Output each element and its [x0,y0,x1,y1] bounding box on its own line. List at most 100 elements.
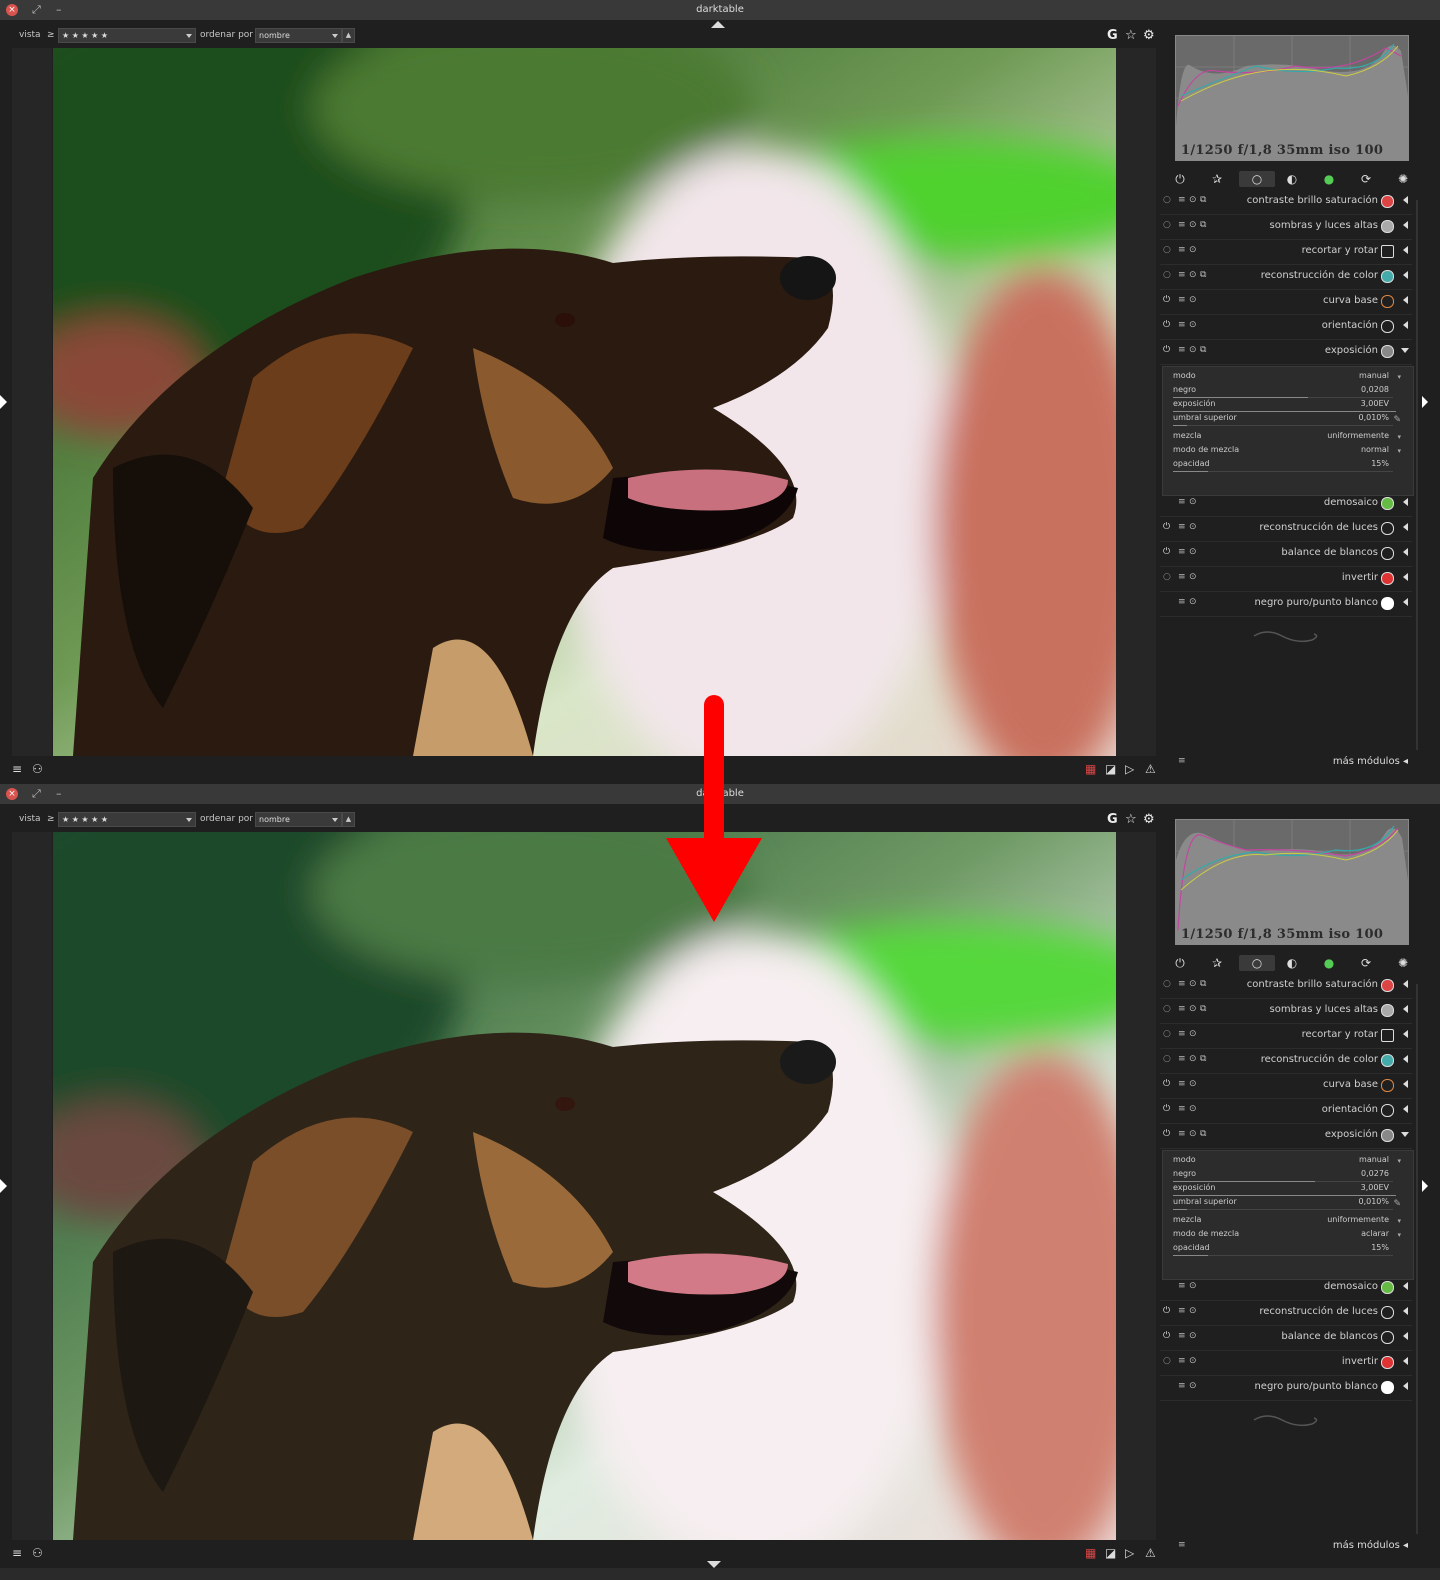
presets-icon[interactable]: ≡ [1178,1281,1186,1291]
module-demosaic[interactable]: ≡ ⊙ demosaico [1160,492,1412,517]
warning-icon[interactable]: ⚠ [1145,762,1156,776]
styles-icon[interactable]: ⚇ [32,1546,43,1560]
presets-icon[interactable]: ≡ [1178,1079,1186,1089]
param-black[interactable]: negro 0,0276 [1173,1169,1405,1182]
presets-icon[interactable]: ≡ [1178,1356,1186,1366]
reset-icon[interactable]: ⊙ [1189,1281,1197,1291]
expand-arrow-icon[interactable] [1403,523,1408,531]
presets-icon[interactable]: ≡ [1178,1004,1186,1014]
reset-icon[interactable]: ⊙ [1189,220,1197,230]
expand-arrow-icon[interactable] [1403,1332,1408,1340]
reset-icon[interactable]: ⊙ [1189,345,1197,355]
multi-instance-icon[interactable]: ⧉ [1200,1129,1206,1139]
expand-arrow-icon[interactable] [1403,1382,1408,1390]
favorite-icon[interactable]: ✰ [1209,955,1225,971]
module-on-icon[interactable]: ⏻ [1163,1104,1170,1114]
module-off-icon[interactable]: ○ [1163,1004,1171,1014]
more-modules-button[interactable]: más módulos ◂ [1333,1540,1408,1551]
multi-instance-icon[interactable]: ⧉ [1200,1054,1206,1064]
param-opacity[interactable]: opacidad 15% [1173,1243,1405,1256]
module-on-icon[interactable]: ⏻ [1163,320,1170,330]
gamut-icon[interactable]: ▷ [1125,1546,1134,1560]
gear-icon[interactable]: ⚙ [1143,28,1155,43]
more-modules-menu-icon[interactable]: ≡ [1178,1540,1186,1550]
star-icon[interactable]: ☆ [1125,812,1137,827]
basic-group-icon[interactable]: ○ [1239,171,1275,187]
module-exposure[interactable]: ⏻ ≡ ⊙ ⧉ exposición [1160,340,1412,365]
star-icon[interactable]: ☆ [1125,28,1137,43]
expand-arrow-icon[interactable] [1403,1105,1408,1113]
correct-group-icon[interactable]: ⟳ [1358,955,1374,971]
tone-group-icon[interactable]: ◐ [1284,955,1300,971]
expand-arrow-icon[interactable] [1403,196,1408,204]
module-off-icon[interactable]: ○ [1163,195,1171,205]
rating-filter-combo[interactable]: ★ ★ ★ ★ ★ [58,812,196,827]
color-group-icon[interactable]: ● [1321,171,1337,187]
power-icon[interactable]: ⏻ [1172,955,1188,971]
module-off-icon[interactable]: ○ [1163,245,1171,255]
center-image-after[interactable] [53,832,1116,1540]
expand-arrow-icon[interactable] [1403,271,1408,279]
effect-group-icon[interactable]: ✺ [1395,955,1411,971]
param-mode[interactable]: modo manual ▾ [1173,371,1405,384]
param-exposure[interactable]: exposición 3,00EV [1173,1183,1405,1196]
module-on-icon[interactable]: ⏻ [1163,1079,1170,1089]
param-blend-mode[interactable]: modo de mezcla aclarar ▾ [1173,1229,1405,1242]
param-white-threshold[interactable]: umbral superior 0,010% ✎ [1173,1197,1405,1210]
softproof-icon[interactable]: ◪ [1105,762,1116,776]
grouping-icon[interactable]: G [1107,28,1118,43]
module-highlight-reconstruction[interactable]: ⏻ ≡ ⊙ reconstrucción de luces [1160,517,1412,542]
reset-icon[interactable]: ⊙ [1189,1306,1197,1316]
reset-icon[interactable]: ⊙ [1189,1356,1197,1366]
module-off-icon[interactable]: ○ [1163,1029,1171,1039]
module-on-icon[interactable]: ⏻ [1163,522,1170,532]
reset-icon[interactable]: ⊙ [1189,522,1197,532]
module-on-icon[interactable]: ⏻ [1163,1306,1170,1316]
gear-icon[interactable]: ⚙ [1143,812,1155,827]
expand-arrow-icon[interactable] [1403,321,1408,329]
module-on-icon[interactable]: ⏻ [1163,295,1170,305]
power-icon[interactable]: ⏻ [1172,171,1188,187]
reset-icon[interactable]: ⊙ [1189,245,1197,255]
presets-icon[interactable]: ≡ [1178,522,1186,532]
expand-arrow-icon[interactable] [1403,598,1408,606]
module-base-curve[interactable]: ⏻ ≡ ⊙ curva base [1160,1074,1412,1099]
module-off-icon[interactable]: ○ [1163,1356,1171,1366]
expand-arrow-icon[interactable] [1403,1282,1408,1290]
multi-instance-icon[interactable]: ⧉ [1200,270,1206,280]
correct-group-icon[interactable]: ⟳ [1358,171,1374,187]
param-exposure[interactable]: exposición 3,00EV [1173,399,1405,412]
module-demosaic[interactable]: ≡ ⊙ demosaico [1160,1276,1412,1301]
reset-icon[interactable]: ⊙ [1189,1104,1197,1114]
scrollbar[interactable] [1416,200,1418,750]
reset-icon[interactable]: ⊙ [1189,1331,1197,1341]
module-off-icon[interactable]: ○ [1163,1054,1171,1064]
color-assessment-icon[interactable]: ▦ [1085,1546,1096,1560]
styles-icon[interactable]: ⚇ [32,762,43,776]
right-panel-expand-arrow[interactable] [1421,1179,1428,1193]
presets-icon[interactable]: ≡ [1178,345,1186,355]
expand-arrow-icon[interactable] [1403,1030,1408,1038]
rating-filter-combo[interactable]: ★ ★ ★ ★ ★ [58,28,196,43]
expand-arrow-icon[interactable] [1403,1055,1408,1063]
module-contrast-brightness-saturation[interactable]: ○ ≡ ⊙ ⧉ contraste brillo saturación [1160,190,1412,215]
histogram[interactable]: 1/1250 f/1,8 35mm iso 100 [1175,35,1409,161]
presets-menu-icon[interactable]: ≡ [12,762,22,776]
module-color-reconstruction[interactable]: ○ ≡ ⊙ ⧉ reconstrucción de color [1160,265,1412,290]
presets-icon[interactable]: ≡ [1178,1306,1186,1316]
presets-icon[interactable]: ≡ [1178,497,1186,507]
compare-operator[interactable]: ≥ [47,30,55,40]
expand-arrow-icon[interactable] [1403,1005,1408,1013]
favorite-icon[interactable]: ✰ [1209,171,1225,187]
sort-direction-button[interactable]: ▲ [342,28,355,43]
module-highlight-reconstruction[interactable]: ⏻ ≡ ⊙ reconstrucción de luces [1160,1301,1412,1326]
reset-icon[interactable]: ⊙ [1189,320,1197,330]
picker-icon[interactable]: ✎ [1393,415,1401,425]
presets-icon[interactable]: ≡ [1178,320,1186,330]
top-panel-collapse-arrow[interactable] [711,21,725,28]
collapse-arrow-icon[interactable] [1401,1132,1409,1137]
param-black[interactable]: negro 0,0208 [1173,385,1405,398]
reset-icon[interactable]: ⊙ [1189,1004,1197,1014]
expand-arrow-icon[interactable] [1403,1080,1408,1088]
basic-group-icon[interactable]: ○ [1239,955,1275,971]
